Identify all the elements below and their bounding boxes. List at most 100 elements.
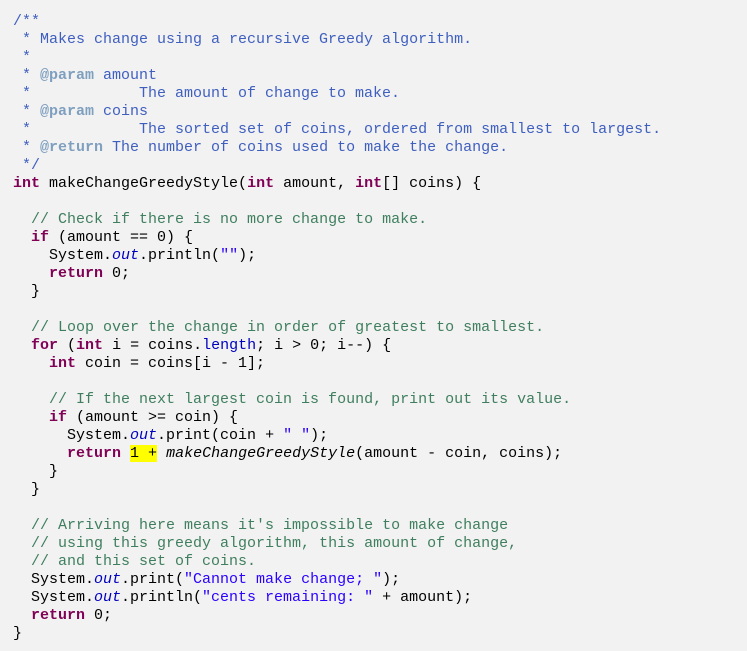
keyword-token: int	[247, 175, 275, 192]
javadoc-comment: * The amount of change to make.	[13, 85, 401, 102]
javadoc-comment: */	[13, 157, 41, 174]
string-literal: "cents remaining: "	[202, 589, 374, 606]
code-line: int makeChangeGreedyStyle(int amount, in…	[13, 175, 661, 193]
static-field-reference: out	[112, 247, 140, 264]
code-line: int coin = coins[i - 1];	[13, 355, 661, 373]
javadoc-comment: coins	[94, 103, 149, 120]
keyword-token: if	[31, 229, 50, 246]
code-text: System.	[13, 571, 95, 588]
code-line: System.out.println("");	[13, 247, 661, 265]
code-text: coin = coins[i - 1];	[76, 355, 266, 372]
line-comment: // Loop over the change in order of grea…	[31, 319, 545, 336]
code-line: * @return The number of coins used to ma…	[13, 139, 661, 157]
code-text: }	[13, 283, 41, 300]
code-editor[interactable]: /** * Makes change using a recursive Gre…	[13, 13, 661, 643]
code-line: /**	[13, 13, 661, 31]
javadoc-comment: The number of coins used to make the cha…	[103, 139, 509, 156]
javadoc-comment: amount	[94, 67, 158, 84]
javadoc-tag: @param	[40, 103, 95, 120]
code-text: .println(	[121, 589, 203, 606]
highlighted-text: 1 +	[130, 445, 158, 462]
keyword-token: int	[49, 355, 77, 372]
code-line: // using this greedy algorithm, this amo…	[13, 535, 661, 553]
code-line: }	[13, 625, 661, 643]
code-text: .print(	[121, 571, 185, 588]
javadoc-comment: * The sorted set of coins, ordered from …	[13, 121, 662, 138]
code-text: + amount);	[373, 589, 473, 606]
code-text: System.	[13, 589, 95, 606]
field-reference: length	[202, 337, 257, 354]
code-text: ; i > 0; i--) {	[256, 337, 392, 354]
code-line: *	[13, 49, 661, 67]
code-text: }	[13, 625, 23, 642]
code-text: 0;	[85, 607, 113, 624]
code-text: (	[58, 337, 77, 354]
javadoc-comment: /**	[13, 13, 41, 30]
code-text: );	[310, 427, 329, 444]
code-line: if (amount == 0) {	[13, 229, 661, 247]
code-text: }	[13, 481, 41, 498]
method-call: makeChangeGreedyStyle	[166, 445, 356, 462]
code-line: // and this set of coins.	[13, 553, 661, 571]
code-text: }	[13, 463, 59, 480]
code-text: (amount - coin, coins);	[355, 445, 563, 462]
static-field-reference: out	[94, 589, 122, 606]
code-line: }	[13, 463, 661, 481]
line-comment: // Arriving here means it's impossible t…	[31, 517, 509, 534]
code-text: );	[238, 247, 257, 264]
code-line: * The sorted set of coins, ordered from …	[13, 121, 661, 139]
code-text: i = coins.	[103, 337, 203, 354]
code-text: .println(	[139, 247, 221, 264]
code-text: );	[382, 571, 401, 588]
code-line: for (int i = coins.length; i > 0; i--) {	[13, 337, 661, 355]
javadoc-comment: * Makes change using a recursive Greedy …	[13, 31, 473, 48]
keyword-token: if	[49, 409, 68, 426]
keyword-token: return	[31, 607, 86, 624]
javadoc-tag: @param	[40, 67, 95, 84]
string-literal: "Cannot make change; "	[184, 571, 383, 588]
javadoc-comment: *	[13, 49, 32, 66]
code-line: // Arriving here means it's impossible t…	[13, 517, 661, 535]
code-line: return 1 + makeChangeGreedyStyle(amount …	[13, 445, 661, 463]
line-comment: // using this greedy algorithm, this amo…	[31, 535, 518, 552]
code-line: return 0;	[13, 607, 661, 625]
code-line: }	[13, 481, 661, 499]
line-comment: // If the next largest coin is found, pr…	[49, 391, 572, 408]
code-text: System.	[13, 427, 131, 444]
code-line: System.out.print("Cannot make change; ")…	[13, 571, 661, 589]
keyword-token: int	[76, 337, 104, 354]
code-line: if (amount >= coin) {	[13, 409, 661, 427]
code-line: }	[13, 283, 661, 301]
code-line: // Check if there is no more change to m…	[13, 211, 661, 229]
code-line: // If the next largest coin is found, pr…	[13, 391, 661, 409]
keyword-token: return	[49, 265, 104, 282]
line-comment: // Check if there is no more change to m…	[31, 211, 428, 228]
code-line: * @param amount	[13, 67, 661, 85]
code-line: * Makes change using a recursive Greedy …	[13, 31, 661, 49]
code-line: System.out.println("cents remaining: " +…	[13, 589, 661, 607]
code-text: .print(coin +	[157, 427, 284, 444]
code-text: System.	[13, 247, 113, 264]
string-literal: ""	[220, 247, 239, 264]
code-line: * @param coins	[13, 103, 661, 121]
javadoc-tag: @return	[40, 139, 104, 156]
string-literal: " "	[283, 427, 311, 444]
keyword-token: for	[31, 337, 59, 354]
keyword-token: int	[13, 175, 41, 192]
code-text: 0;	[103, 265, 131, 282]
code-line: System.out.print(coin + " ");	[13, 427, 661, 445]
static-field-reference: out	[130, 427, 158, 444]
